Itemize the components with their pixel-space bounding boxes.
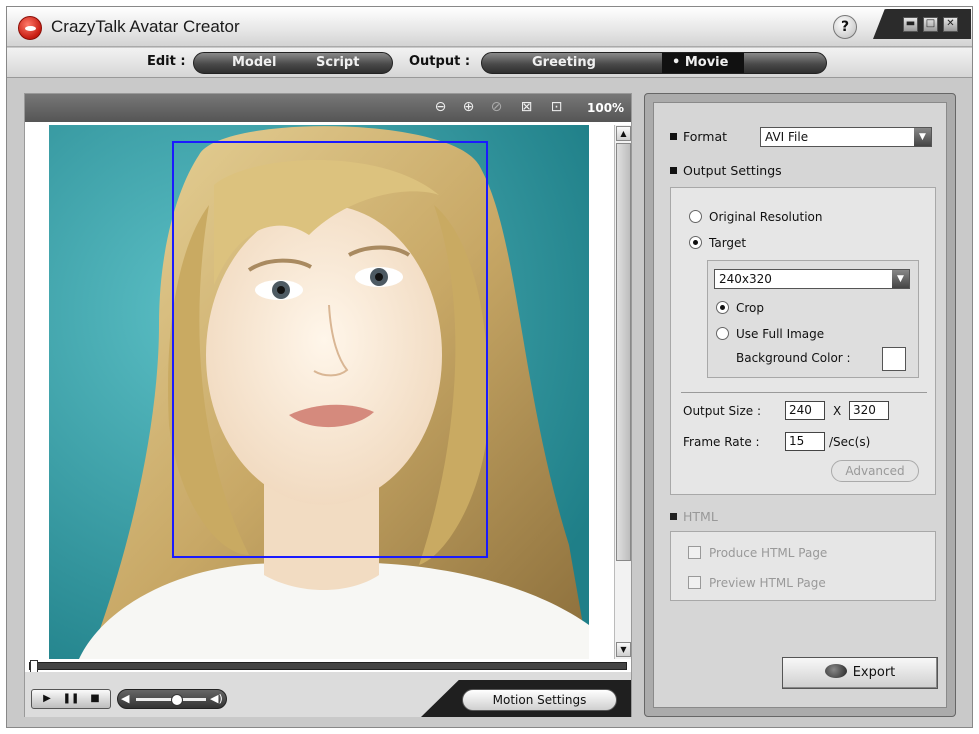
- playback-bar: ▶ ❚❚ ■ ◀ ◀) Motion Settings: [25, 672, 631, 717]
- crazytalk-logo-icon: [18, 16, 42, 40]
- divider: [681, 392, 927, 393]
- frame-rate-label: Frame Rate :: [683, 435, 760, 449]
- play-icon[interactable]: ▶: [38, 692, 56, 706]
- use-full-image-radio[interactable]: Use Full Image: [716, 327, 825, 341]
- minimize-button[interactable]: ▬: [903, 17, 918, 32]
- avatar-photo-image: [49, 125, 589, 659]
- zoom-in-icon[interactable]: ⊕: [461, 100, 476, 115]
- actual-size-icon[interactable]: ⊡: [549, 100, 564, 115]
- chevron-down-icon: ▼: [914, 128, 931, 146]
- preview-panel: ⊖ ⊕ ⊘ ⊠ ⊡ 100% ▲ ▼ ▶ ❚❚ ■ ◀ ◀) Motion Se…: [24, 93, 632, 717]
- movie-tab[interactable]: • Movie: [672, 55, 728, 70]
- motion-settings-button[interactable]: Motion Settings: [462, 689, 617, 711]
- crop-text: Crop: [736, 301, 765, 315]
- background-color-swatch[interactable]: [882, 347, 906, 371]
- volume-low-icon: ◀: [121, 692, 130, 705]
- target-size-dropdown[interactable]: 240x320 ▼: [714, 269, 910, 289]
- output-size-label: Output Size :: [683, 404, 761, 418]
- original-resolution-radio[interactable]: Original Resolution: [689, 210, 823, 224]
- format-value: AVI File: [765, 130, 809, 144]
- volume-knob[interactable]: [170, 694, 183, 706]
- window-title: CrazyTalk Avatar Creator: [51, 17, 240, 36]
- volume-slider[interactable]: ◀ ◀): [117, 689, 227, 709]
- use-full-image-text: Use Full Image: [736, 327, 825, 341]
- radio-off-icon: [716, 327, 729, 340]
- edit-label: Edit :: [147, 54, 186, 69]
- zoom-out-icon[interactable]: ⊖: [433, 100, 448, 115]
- fit-icon[interactable]: ⊠: [519, 100, 534, 115]
- maximize-button[interactable]: □: [923, 17, 938, 32]
- format-dropdown[interactable]: AVI File ▼: [760, 127, 932, 147]
- html-options-box: Produce HTML Page Preview HTML Page: [670, 531, 936, 601]
- close-button[interactable]: ✕: [943, 17, 958, 32]
- stop-icon[interactable]: ■: [86, 692, 104, 706]
- html-section-label: HTML: [670, 509, 718, 524]
- output-label: Output :: [409, 54, 471, 69]
- target-text: Target: [709, 236, 747, 250]
- original-resolution-text: Original Resolution: [709, 210, 823, 224]
- scroll-up-icon[interactable]: ▲: [616, 126, 631, 141]
- zoom-toolbar: ⊖ ⊕ ⊘ ⊠ ⊡ 100%: [25, 94, 631, 122]
- pause-icon[interactable]: ❚❚: [62, 692, 80, 706]
- radio-on-icon: [689, 236, 702, 249]
- reset-icon[interactable]: ⊘: [489, 100, 504, 115]
- window-controls: ▬ □ ✕: [873, 9, 971, 39]
- output-settings-inner: Format AVI File ▼ Output Settings Origin…: [653, 102, 947, 708]
- edit-mode-group: Model Script: [193, 52, 393, 74]
- produce-html-checkbox[interactable]: Produce HTML Page: [688, 546, 828, 560]
- output-width-field[interactable]: 240: [785, 401, 825, 420]
- greeting-tab[interactable]: Greeting: [532, 55, 596, 70]
- format-label: Format: [670, 129, 727, 144]
- output-settings-box: Original Resolution Target 240x320 ▼ Cro…: [670, 187, 936, 495]
- scroll-down-icon[interactable]: ▼: [616, 642, 631, 657]
- output-settings-panel: Format AVI File ▼ Output Settings Origin…: [644, 93, 956, 717]
- script-tab[interactable]: Script: [316, 55, 359, 70]
- checkbox-icon: [688, 546, 701, 559]
- avatar-photo[interactable]: [49, 125, 589, 659]
- frame-rate-unit: /Sec(s): [829, 435, 871, 449]
- scroll-thumb[interactable]: [616, 143, 631, 561]
- zoom-percent: 100%: [587, 101, 625, 115]
- checkbox-icon: [688, 576, 701, 589]
- radio-off-icon: [689, 210, 702, 223]
- output-mode-group: Greeting • Movie: [481, 52, 827, 74]
- frame-rate-field[interactable]: 15: [785, 432, 825, 451]
- export-text: Export: [852, 665, 896, 680]
- target-radio[interactable]: Target: [689, 236, 747, 250]
- playback-controls: ▶ ❚❚ ■: [31, 689, 111, 709]
- help-button[interactable]: ?: [833, 15, 857, 39]
- preview-html-checkbox[interactable]: Preview HTML Page: [688, 576, 826, 590]
- vertical-scrollbar[interactable]: ▲ ▼: [614, 125, 631, 659]
- radio-on-icon: [716, 301, 729, 314]
- target-size-value: 240x320: [719, 272, 772, 286]
- target-options-box: 240x320 ▼ Crop Use Full Image Background…: [707, 260, 919, 378]
- advanced-button[interactable]: Advanced: [831, 460, 919, 482]
- output-height-field[interactable]: 320: [849, 401, 889, 420]
- background-color-label: Background Color :: [736, 351, 851, 365]
- output-x-label: X: [833, 404, 842, 418]
- volume-high-icon: ◀): [210, 692, 223, 705]
- output-settings-label: Output Settings: [670, 163, 782, 178]
- produce-html-text: Produce HTML Page: [709, 546, 828, 560]
- app-window: CrazyTalk Avatar Creator ? ▬ □ ✕ Edit : …: [6, 6, 973, 728]
- timeline-slider[interactable]: [29, 660, 627, 673]
- mode-bar: Edit : Model Script Output : Greeting • …: [7, 48, 972, 78]
- film-reel-icon: [824, 664, 847, 678]
- chevron-down-icon: ▼: [892, 270, 909, 288]
- export-button[interactable]: Export: [782, 657, 938, 689]
- model-tab[interactable]: Model: [232, 55, 276, 70]
- preview-html-text: Preview HTML Page: [709, 576, 826, 590]
- title-bar: CrazyTalk Avatar Creator ? ▬ □ ✕: [7, 7, 972, 47]
- crop-radio[interactable]: Crop: [716, 301, 765, 315]
